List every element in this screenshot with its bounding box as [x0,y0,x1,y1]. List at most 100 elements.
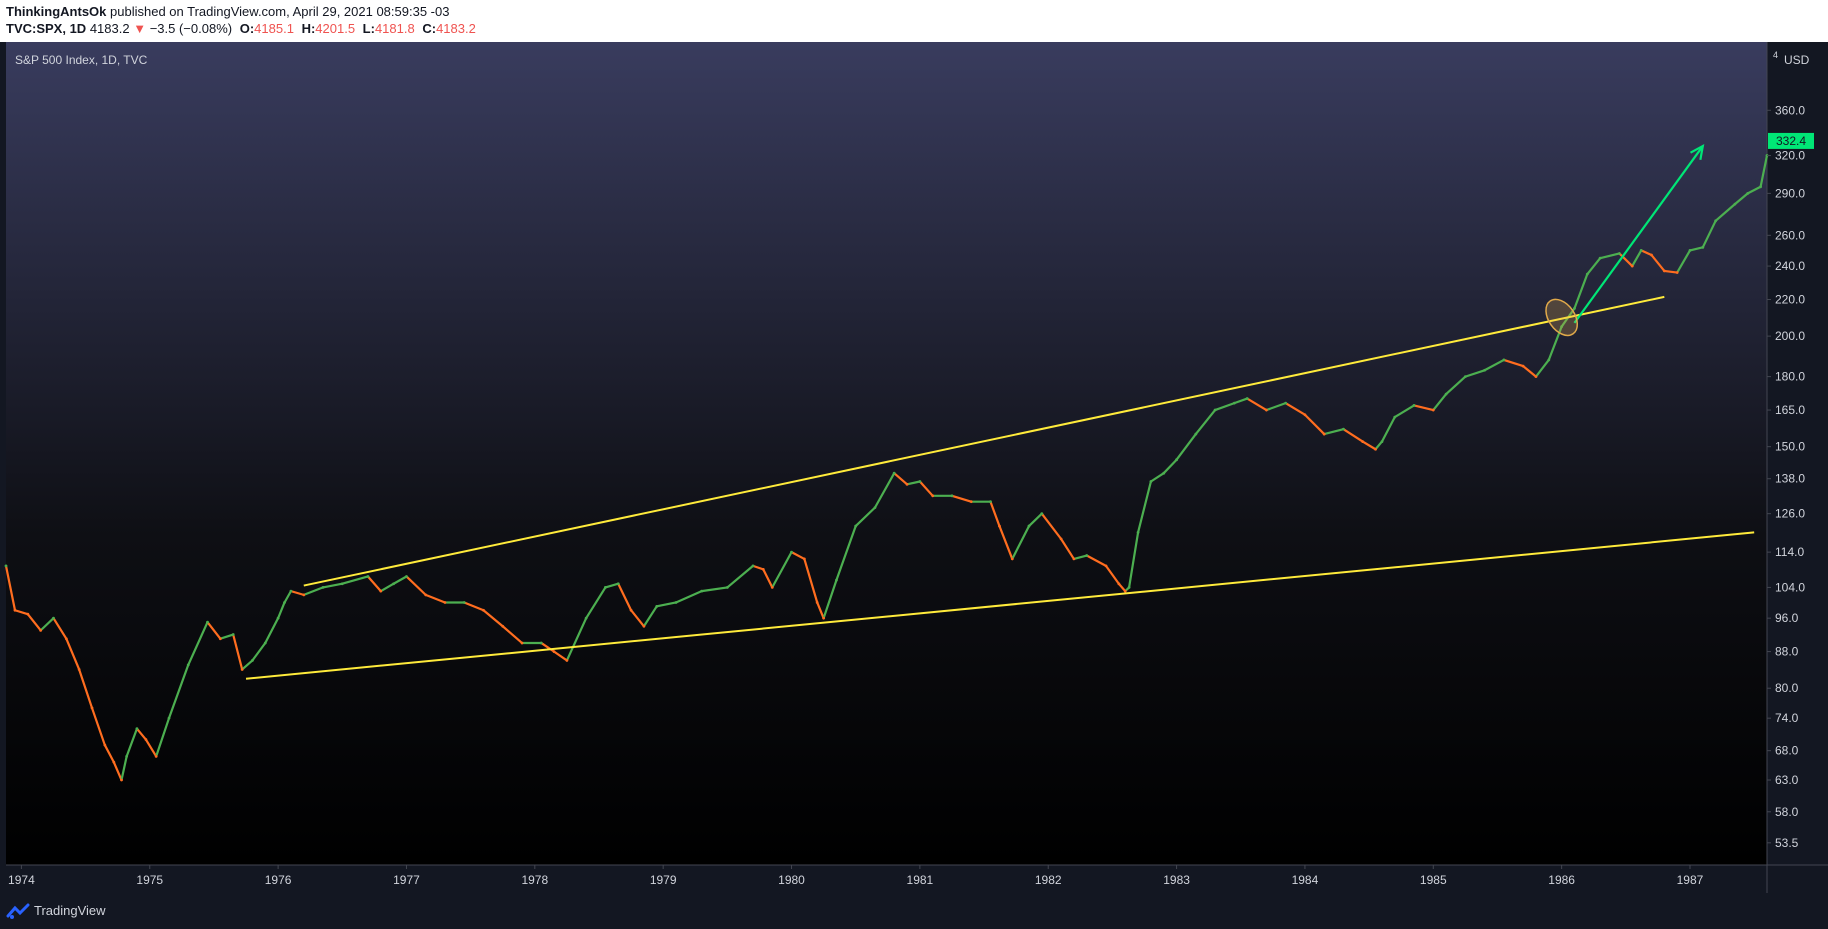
price-point [302,593,306,597]
price-segment [1746,185,1762,195]
price-point [77,668,81,671]
price-point [1598,256,1602,260]
drawing-annotations[interactable] [245,143,1755,680]
tradingview-logo-icon [6,903,30,919]
price-point [251,659,254,662]
price-segment [1412,404,1435,412]
price-point [1534,375,1538,379]
price-point [13,608,17,612]
y-tick-label: 88.0 [1775,645,1799,659]
price-point [552,650,556,653]
price-point [1547,358,1551,362]
price-point [64,637,68,641]
x-tick-label: 1979 [650,873,677,887]
price-point [39,628,43,632]
price-segment [1522,364,1538,378]
price-segment [790,551,806,561]
price-segment [482,609,504,628]
price-segment [125,727,139,758]
price-point [1322,432,1326,436]
price-point [1380,440,1384,443]
price-segment [1342,428,1364,443]
price-segment [854,506,877,528]
price-point [1746,191,1750,195]
price-segment [135,727,148,741]
price-segment [1213,402,1236,412]
price-point [822,616,826,620]
price-segment [726,564,755,589]
price-point [892,471,896,475]
price-point [1444,392,1448,396]
currency-label[interactable]: USD [1784,53,1810,67]
price-point [4,564,8,568]
price-segment [1374,440,1384,451]
price-point [276,616,280,620]
price-point [1232,401,1236,405]
x-tick-label: 1982 [1035,873,1062,887]
price-segment [751,564,765,571]
price-point [700,589,704,593]
price-segment [1194,408,1217,436]
price-segment [251,641,267,662]
y-tick-label: 63.0 [1775,773,1799,787]
price-point [1194,432,1198,436]
price-segment [1483,358,1505,372]
price-segment [65,637,81,671]
price-segment [1631,249,1643,268]
price-point [629,608,633,612]
price-segment [392,575,408,585]
price-segment [989,500,1001,528]
price-segment [187,621,209,667]
price-segment [617,582,633,612]
price-point [1010,557,1014,561]
price-segment [1361,440,1377,451]
price-segment [1136,480,1153,534]
price-segment [552,650,569,662]
price-point [240,668,244,671]
y-tick-label: 165.0 [1775,403,1805,417]
price-segment [700,586,729,593]
price-segment [1303,413,1326,436]
price-point [1639,248,1643,252]
y-tick-label: 80.0 [1775,681,1799,695]
price-point [989,500,992,504]
price-point [154,754,158,758]
price-point [918,480,922,483]
x-tick-label: 1980 [778,873,805,887]
price-segment [26,613,42,632]
price-point [1085,554,1089,557]
price-point [103,743,107,747]
y-tick-label: 260.0 [1775,228,1805,242]
price-segment [1445,375,1467,396]
price-point [1127,586,1131,589]
price-point [770,586,774,589]
last-price-label: 332.4 [1776,134,1806,148]
price-segment [167,663,190,720]
price-point [443,601,447,604]
tradingview-brand[interactable]: TradingView [34,903,106,918]
price-point [950,494,954,498]
x-tick-label: 1975 [136,873,163,887]
price-segment [1714,203,1737,222]
chart-svg[interactable]: 1974 1975 1976 1977 1978 1979 1980 1981 1982 1983… [0,0,1828,929]
price-point [1284,401,1288,405]
price-segment [822,578,838,620]
price-segment [565,617,588,662]
price-segment [1072,554,1088,561]
price-point [835,578,838,582]
price-point [751,564,755,568]
x-tick-label: 1976 [265,873,292,887]
x-tick-label: 1977 [393,873,420,887]
price-point [539,641,543,645]
y-tick-label: 138.0 [1775,472,1805,486]
y-tick-label: 53.5 [1775,836,1799,850]
price-point [655,604,659,608]
price-segment [1085,554,1108,567]
price-segment [1701,219,1717,249]
x-tick-label: 1978 [521,873,548,887]
price-point [144,738,148,741]
price-point [1521,364,1525,368]
price-segment [1733,192,1749,206]
price-point [1175,458,1178,462]
price-point [112,760,116,764]
